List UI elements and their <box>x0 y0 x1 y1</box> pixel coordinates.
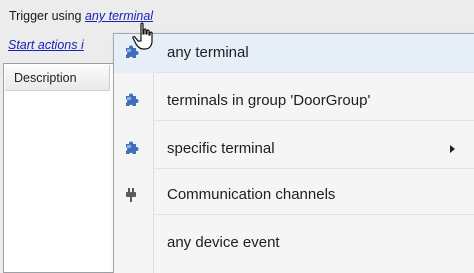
menu-item-label: any device event <box>167 234 280 251</box>
menu-item-label: Communication channels <box>167 186 336 203</box>
menu-item-any-terminal[interactable]: any terminal <box>114 34 474 73</box>
menu-separator <box>154 120 474 121</box>
trigger-type-link[interactable]: any terminal <box>85 9 153 23</box>
trigger-prefix-label: Trigger using <box>9 9 82 23</box>
start-actions-link[interactable]: Start actions i <box>8 38 112 52</box>
menu-separator <box>154 168 474 169</box>
trigger-context-menu: any terminal terminals in group 'DoorGro… <box>113 33 474 273</box>
menu-item-communication-channels[interactable]: Communication channels <box>114 176 474 215</box>
menu-item-label: any terminal <box>167 44 249 61</box>
trigger-line: Trigger using any terminal <box>9 9 153 23</box>
menu-item-specific-terminal[interactable]: specific terminal <box>114 130 474 169</box>
menu-separator <box>154 72 474 73</box>
menu-item-any-device-event[interactable]: any device event <box>114 224 474 263</box>
plug-icon <box>123 187 139 203</box>
description-column-header[interactable]: Description <box>5 65 110 91</box>
menu-item-terminals-in-group[interactable]: terminals in group 'DoorGroup' <box>114 82 474 121</box>
puzzle-icon <box>123 93 139 109</box>
menu-item-label: terminals in group 'DoorGroup' <box>167 92 371 109</box>
menu-item-label: specific terminal <box>167 140 275 157</box>
menu-separator <box>154 214 474 215</box>
submenu-arrow-icon <box>450 145 455 153</box>
hand-cursor-icon <box>132 22 158 52</box>
puzzle-icon <box>123 141 139 157</box>
